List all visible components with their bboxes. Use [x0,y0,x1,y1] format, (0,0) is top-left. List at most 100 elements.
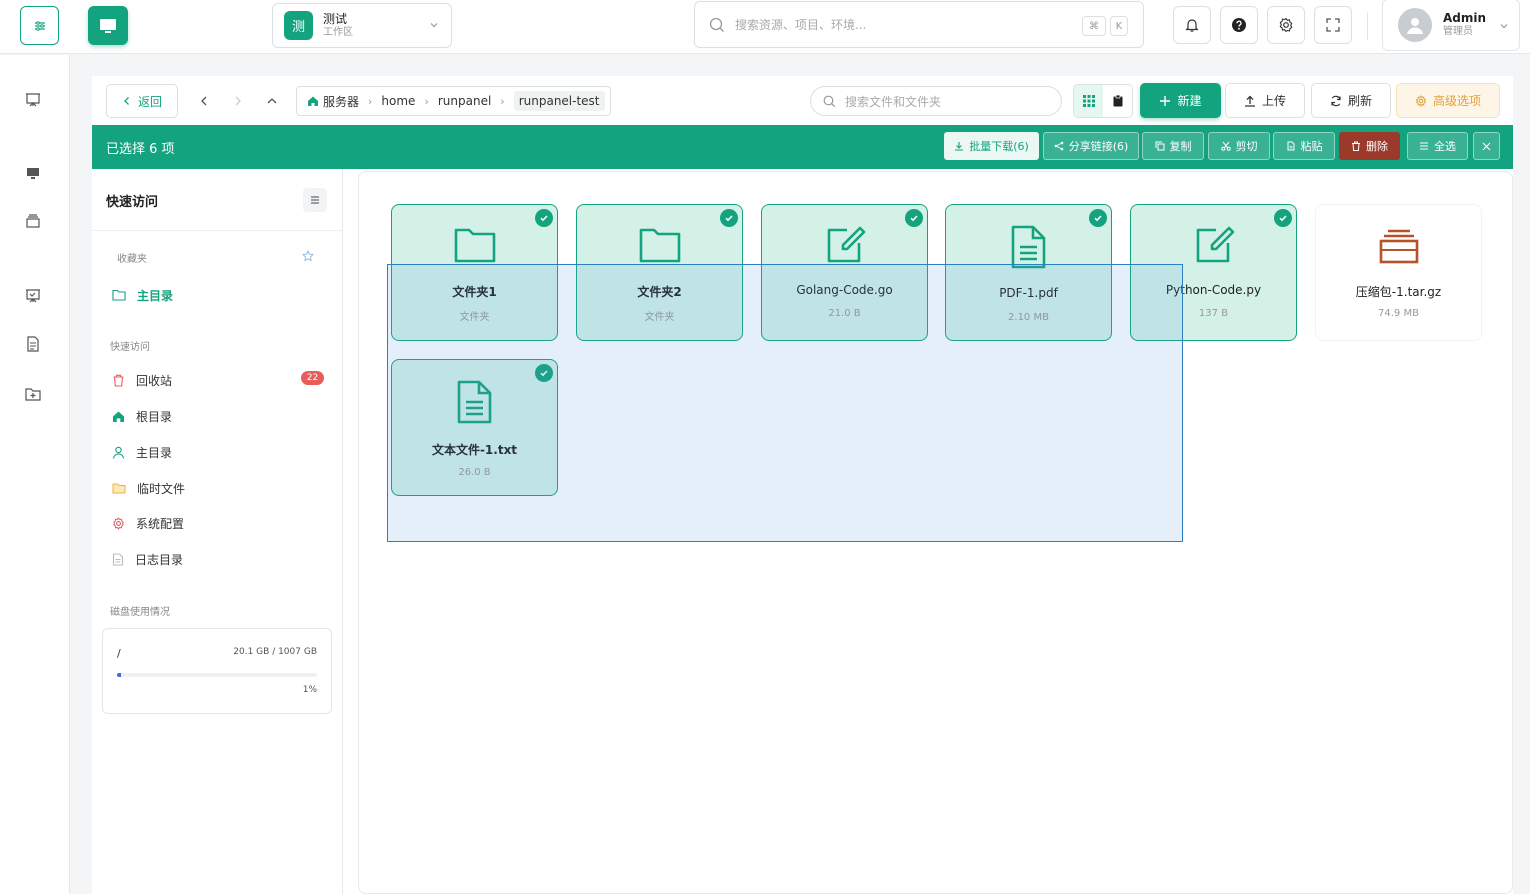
grid-view-button[interactable] [1074,85,1103,117]
scissors-icon [1220,141,1231,151]
sidebar-item-temp[interactable]: 临时文件 [112,478,185,498]
batch-download-button[interactable]: 批量下载(6) [944,132,1039,160]
file-card[interactable]: PDF-1.pdf 2.10 MB [945,204,1112,341]
sidebar-item-favorite-home[interactable]: 主目录 [112,285,173,305]
file-meta: 文件夹 [459,312,490,323]
rail-item-document[interactable] [24,335,42,353]
fullscreen-icon [1325,17,1341,33]
file-card[interactable]: 压缩包-1.tar.gz 74.9 MB [1315,204,1482,341]
help-button[interactable] [1220,6,1258,44]
file-name: 文件夹1 [452,285,497,299]
user-icon [112,446,125,459]
refresh-button[interactable]: 刷新 [1311,83,1391,118]
file-card[interactable]: Golang-Code.go 21.0 B [761,204,928,341]
select-all-button[interactable]: 全选 [1407,132,1468,160]
list-icon [1419,141,1429,151]
rail-item-stack[interactable] [24,212,42,230]
file-meta: 文件夹 [644,312,675,323]
fullscreen-button[interactable] [1314,6,1352,44]
global-search[interactable]: 搜索资源、项目、环境... ⌘ K [694,1,1144,48]
file-meta: 74.9 MB [1378,308,1419,319]
search-icon [823,95,836,108]
check-icon[interactable] [535,209,553,227]
sidebar-item-root[interactable]: 根目录 [112,406,172,426]
workspace-avatar: 测 [284,11,313,40]
home-icon [112,410,125,423]
menu-toggle-button[interactable] [20,6,59,45]
user-menu[interactable]: Admin 管理员 [1382,0,1520,51]
sidebar-item-home[interactable]: 主目录 [112,442,172,462]
file-card[interactable]: 文件夹1 文件夹 [391,204,558,341]
upload-button[interactable]: 上传 [1225,83,1305,118]
sidebar-item-system-config[interactable]: 系统配置 [112,513,184,533]
breadcrumb-separator: › [424,94,429,108]
dashboard-button[interactable] [88,6,128,45]
chevron-down-icon [1499,21,1509,31]
check-icon[interactable] [1089,209,1107,227]
check-icon[interactable] [535,364,553,382]
file-card[interactable]: 文件夹2 文件夹 [576,204,743,341]
breadcrumb-item-runpanel[interactable]: runpanel [438,94,491,108]
rail-item-presentation[interactable] [24,91,42,109]
file-meta: 21.0 B [828,308,861,319]
file-card[interactable]: 文本文件-1.txt 26.0 B [391,359,558,496]
cut-button[interactable]: 剪切 [1208,132,1270,160]
star-icon[interactable] [302,250,314,262]
disk-usage-bar [117,673,317,677]
document-icon [112,552,124,566]
breadcrumb-item-home[interactable]: home [381,94,415,108]
share-link-button[interactable]: 分享链接(6) [1043,132,1139,160]
advanced-options-button[interactable]: 高级选项 [1396,83,1500,118]
parent-directory-button[interactable] [257,84,287,118]
rail-item-monitor[interactable] [24,165,42,183]
file-meta: 2.10 MB [1008,312,1049,323]
check-icon[interactable] [720,209,738,227]
document-icon [1007,225,1051,269]
workspace-selector[interactable]: 测 测试 工作区 [272,3,452,48]
left-rail [0,55,70,894]
selection-count: 已选择 6 项 [106,142,175,157]
folder-icon [453,225,497,265]
disk-usage-text: 20.1 GB / 1007 GB [233,647,317,657]
file-search-input[interactable]: 搜索文件和文件夹 [810,86,1062,116]
sidebar-menu-button[interactable] [303,188,327,212]
monitor-icon [24,165,42,183]
check-icon[interactable] [905,209,923,227]
delete-button[interactable]: 删除 [1339,132,1400,160]
clear-selection-button[interactable] [1473,132,1500,160]
settings-button[interactable] [1267,6,1305,44]
file-card[interactable]: Python-Code.py 137 B [1130,204,1297,341]
file-toolbar: 返回 服务器 › home › runpanel › runpanel-test… [92,76,1513,125]
new-button[interactable]: 新建 [1140,83,1221,118]
breadcrumb-item-current[interactable]: runpanel-test [513,91,605,111]
history-back-button[interactable] [189,84,219,118]
chevron-left-icon [122,96,132,106]
check-icon[interactable] [1274,209,1292,227]
list-view-button[interactable] [1103,85,1132,117]
rail-item-folder[interactable] [24,385,42,403]
file-name: Python-Code.py [1165,283,1262,297]
sidebar-item-logs[interactable]: 日志目录 [112,549,183,569]
breadcrumb-separator: › [368,94,373,108]
sidebar-item-label: 根目录 [136,409,173,424]
copy-button[interactable]: 复制 [1142,132,1204,160]
upload-label: 上传 [1261,94,1286,108]
file-grid: 文件夹1 文件夹 文件夹2 文件夹 Golang-Code.go 21.0 B … [358,171,1513,894]
back-button[interactable]: 返回 [106,84,178,118]
notifications-button[interactable] [1173,6,1211,44]
view-toggle [1073,84,1133,118]
breadcrumb-item-server[interactable]: 服务器 [323,93,359,110]
history-forward-button[interactable] [223,84,253,118]
file-meta: 26.0 B [458,467,491,478]
select-all-label: 全选 [1434,140,1456,153]
header-divider [1367,12,1368,40]
workspace-name: 测试 [323,11,348,26]
sidebar-item-trash[interactable]: 回收站 [112,370,172,390]
rail-item-board[interactable] [24,287,42,305]
file-name: PDF-1.pdf [999,286,1058,300]
layers-icon [24,212,42,230]
paste-button[interactable]: 粘贴 [1273,132,1335,160]
close-icon [1482,142,1491,151]
chevron-left-icon [198,95,210,107]
global-search-placeholder: 搜索资源、项目、环境... [735,18,867,32]
